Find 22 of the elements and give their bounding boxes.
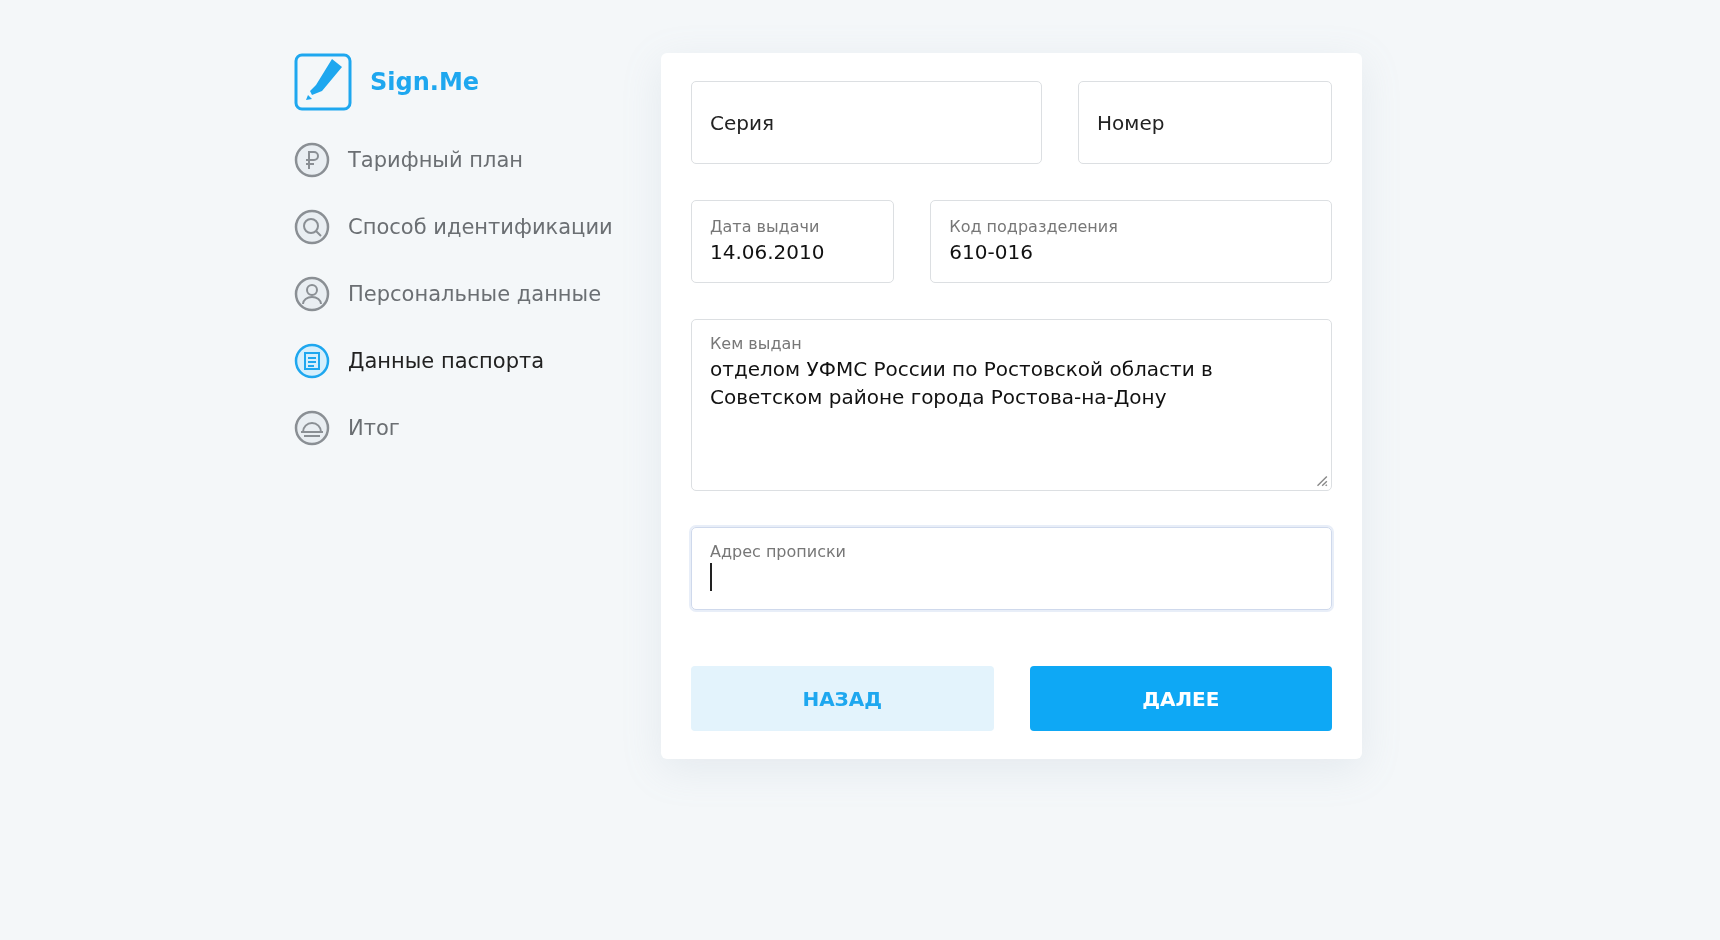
input-field[interactable]: Серия xyxy=(691,81,1043,164)
person-icon xyxy=(294,276,330,312)
input-field[interactable]: Код подразделения 610-016 xyxy=(930,200,1332,283)
input-field[interactable]: Адрес прописки xyxy=(691,527,1332,610)
document-icon xyxy=(294,343,330,379)
text-cursor xyxy=(710,563,712,591)
tray-icon xyxy=(294,410,330,446)
ruble-icon xyxy=(294,142,330,178)
input-field[interactable]: Дата выдачи 14.06.2010 xyxy=(691,200,895,283)
logo-text: Sign.Me xyxy=(370,68,480,96)
input-field[interactable]: Номер xyxy=(1078,81,1332,164)
pencil-logo-icon xyxy=(294,53,352,111)
step-item[interactable]: Способ идентификации xyxy=(294,209,613,245)
next-button[interactable]: ДАЛЕЕ xyxy=(1029,666,1332,731)
resize-grip-icon[interactable] xyxy=(1314,473,1328,487)
step-item[interactable]: Тарифный план xyxy=(294,142,523,178)
step-item[interactable]: Данные паспорта xyxy=(294,343,545,379)
magnifier-icon xyxy=(294,209,330,245)
step-item[interactable]: Итог xyxy=(294,410,400,446)
textarea-field[interactable]: Кем выдан отделом УФМС России по Ростовской области в Советском районе города Ростова-на-Дону xyxy=(691,319,1332,491)
back-button[interactable]: НАЗАД xyxy=(691,666,994,731)
step-item[interactable]: Персональные данные xyxy=(294,276,602,312)
